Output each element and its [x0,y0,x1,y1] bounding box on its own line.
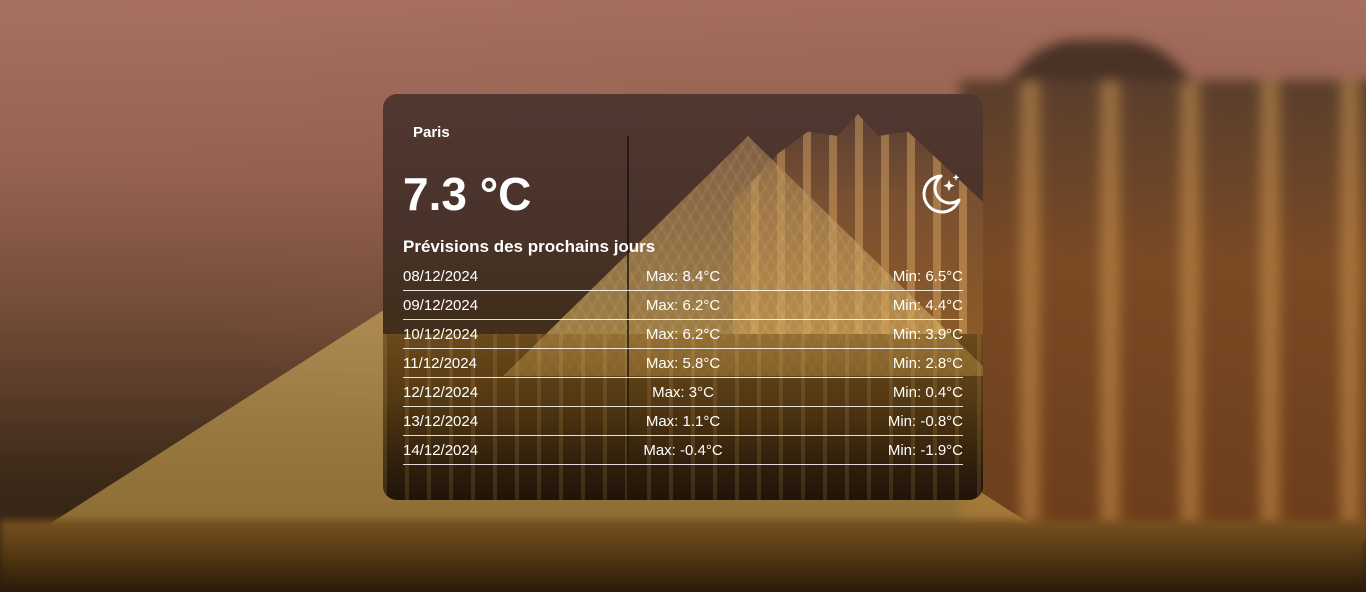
forecast-row: 14/12/2024 Max: -0.4°C Min: -1.9°C [403,436,963,465]
forecast-row: 11/12/2024 Max: 5.8°C Min: 2.8°C [403,349,963,378]
forecast-min: Min: 6.5°C [892,267,964,285]
forecast-row: 09/12/2024 Max: 6.2°C Min: 4.4°C [403,291,963,320]
forecast-date: 11/12/2024 [403,354,477,372]
forecast-min: Min: 0.4°C [892,383,964,401]
forecast-max: Max: 5.8°C [645,354,721,372]
forecast-row: 08/12/2024 Max: 8.4°C Min: 6.5°C [403,262,963,291]
forecast-date: 09/12/2024 [403,296,479,314]
forecast-date: 13/12/2024 [403,412,479,430]
forecast-max: Max: 8.4°C [645,267,721,285]
forecast-date: 14/12/2024 [403,441,479,459]
forecast-list: 08/12/2024 Max: 8.4°C Min: 6.5°C 09/12/2… [403,262,963,465]
moon-stars-icon [922,174,961,214]
forecast-min: Min: 4.4°C [892,296,964,314]
forecast-max: Max: 6.2°C [645,296,721,314]
weather-content: Paris 7.3 °C Prévisions des prochains jo… [403,124,963,465]
forecast-row: 12/12/2024 Max: 3°C Min: 0.4°C [403,378,963,407]
weather-card: Paris 7.3 °C Prévisions des prochains jo… [383,94,983,500]
background-palace [960,80,1366,540]
forecast-row: 10/12/2024 Max: 6.2°C Min: 3.9°C [403,320,963,349]
forecast-min: Min: 2.8°C [892,354,964,372]
forecast-min: Min: -1.9°C [887,441,964,459]
forecast-max: Max: 6.2°C [645,325,721,343]
forecast-date: 10/12/2024 [403,325,479,343]
forecast-title: Prévisions des prochains jours [403,237,656,256]
city-name: Paris [413,124,450,141]
forecast-max: Max: 3°C [652,383,714,401]
forecast-date: 12/12/2024 [403,383,479,401]
forecast-date: 08/12/2024 [403,267,479,285]
background-reflection [0,520,1366,592]
forecast-min: Min: 3.9°C [892,325,964,343]
forecast-min: Min: -0.8°C [887,412,964,430]
current-weather: 7.3 °C [403,166,963,222]
current-temperature: 7.3 °C [403,168,532,220]
forecast-max: Max: -0.4°C [643,441,723,459]
forecast-row: 13/12/2024 Max: 1.1°C Min: -0.8°C [403,407,963,436]
forecast-max: Max: 1.1°C [645,412,721,430]
